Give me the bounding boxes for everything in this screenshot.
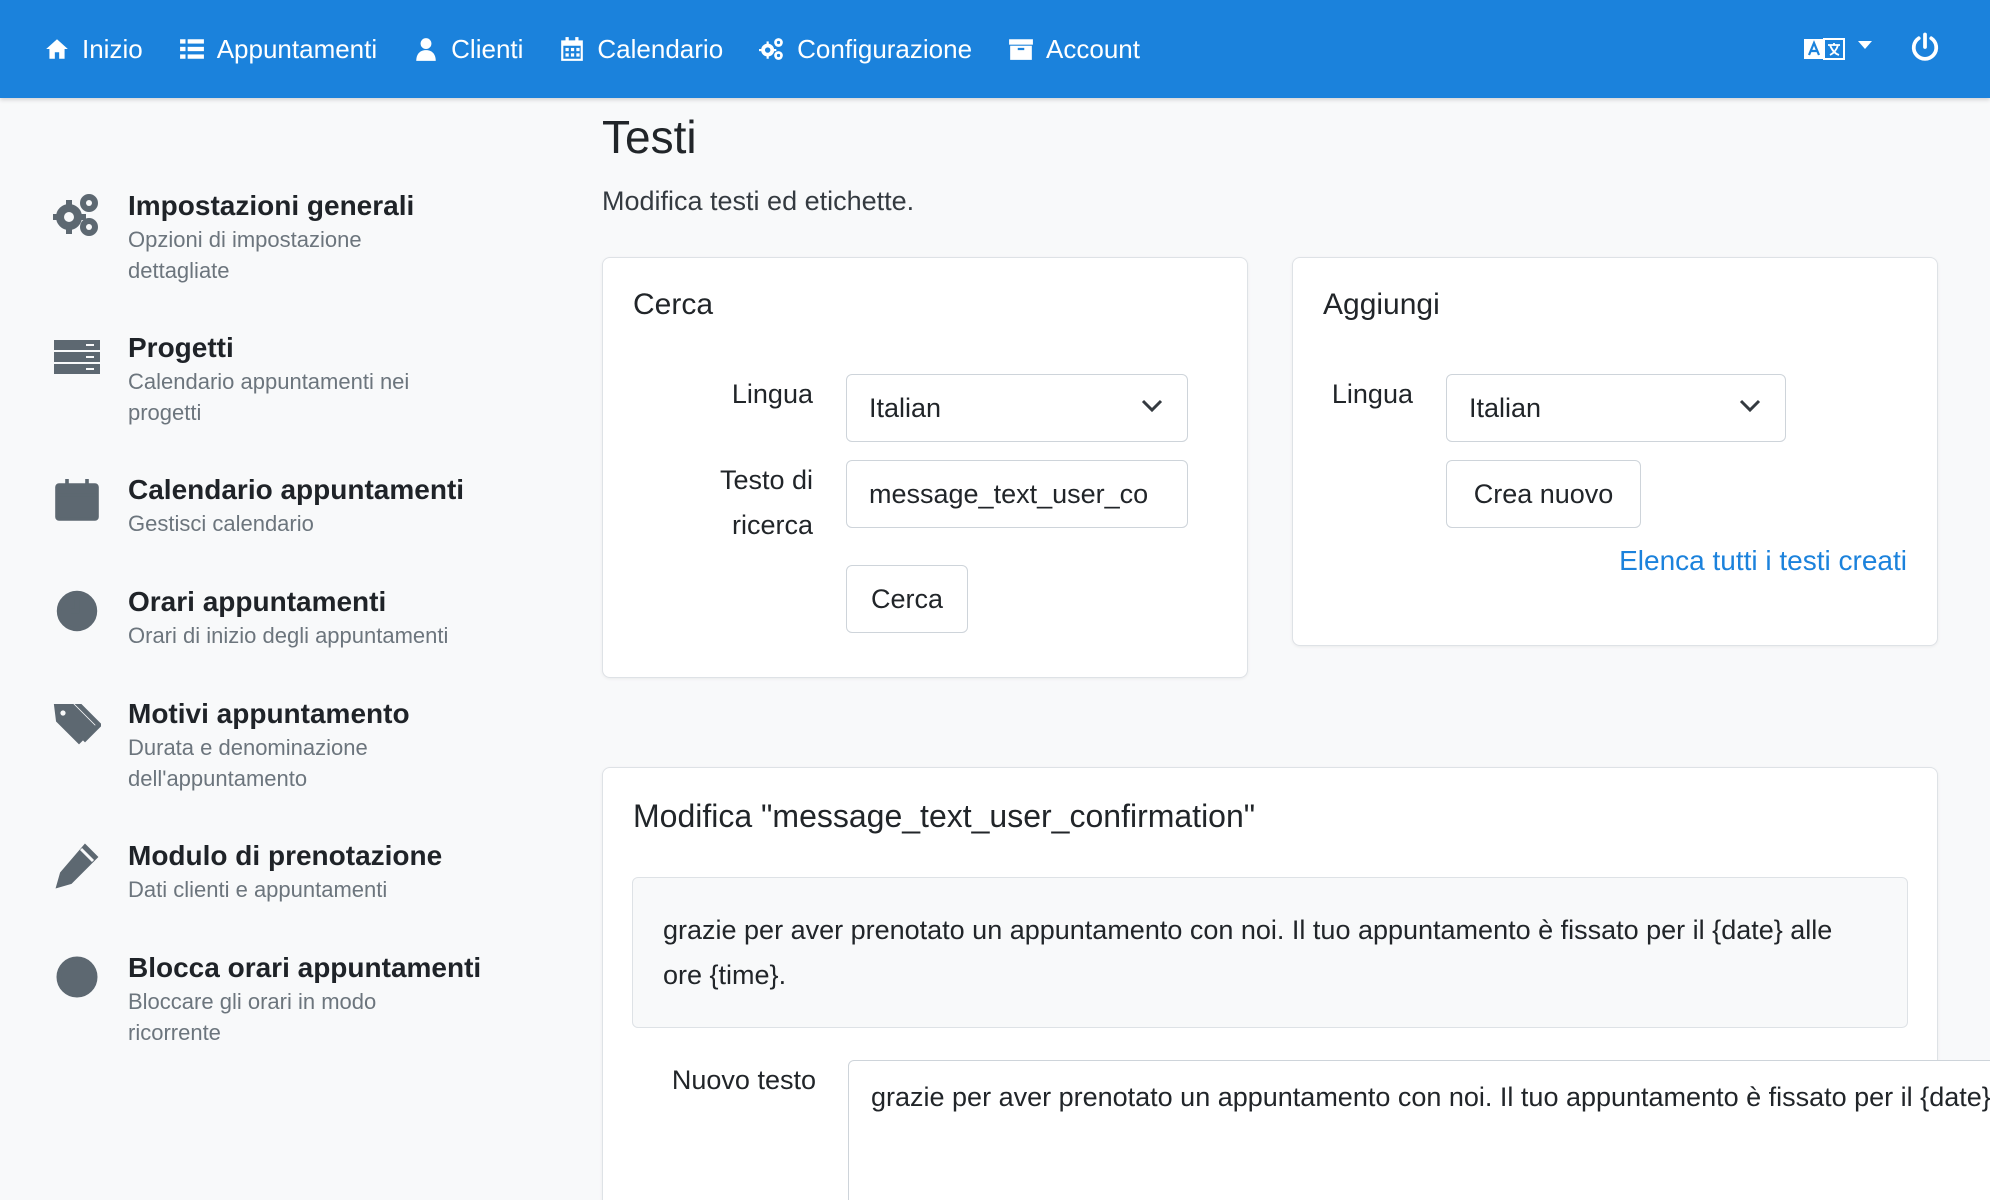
power-icon (1911, 32, 1939, 61)
sidebar-item-block-times[interactable]: Blocca orari appuntamenti Bloccare gli o… (50, 950, 540, 1048)
ban-icon (56, 956, 98, 998)
calendar-icon (55, 479, 99, 521)
sidebar-item-subtitle: Orari di inizio degli appuntamenti (128, 623, 449, 648)
sidebar-item-subtitle: Dati clienti e appuntamenti (128, 877, 388, 902)
add-language-value: Italian (1469, 392, 1542, 423)
nav-account[interactable]: Account (1008, 0, 1140, 98)
sidebar-item-general-settings[interactable]: Impostazioni generali Opzioni di imposta… (50, 188, 540, 286)
add-card: Aggiungi Lingua Italian Crea nuovo Elenc… (1292, 257, 1938, 646)
sidebar-item-projects[interactable]: Progetti Calendario appuntamenti nei pro… (50, 330, 540, 428)
nav-calendar[interactable]: Calendario (559, 0, 723, 98)
nav-home[interactable]: Inizio (44, 0, 143, 98)
sidebar-item-title: Impostazioni generali (128, 190, 415, 221)
add-language-select[interactable]: Italian (1446, 374, 1786, 442)
create-new-button[interactable]: Crea nuovo (1446, 460, 1641, 528)
pencil-icon (55, 843, 99, 889)
list-icon (179, 39, 204, 59)
search-text-label: Testo di ricerca (719, 465, 813, 540)
nav-configuration-label: Configurazione (797, 33, 973, 64)
original-text-box: grazie per aver prenotato un appuntament… (632, 877, 1908, 1028)
user-icon (416, 38, 436, 61)
nav-configuration[interactable]: Configurazione (759, 0, 972, 98)
archive-icon (1009, 39, 1033, 60)
clock-icon (56, 590, 98, 632)
sidebar-item-subtitle: Gestisci calendario (128, 511, 314, 536)
server-icon (54, 340, 100, 374)
sidebar-item-title: Calendario appuntamenti (128, 474, 465, 505)
add-language-label: Lingua (1331, 379, 1413, 409)
calendar-icon (561, 37, 584, 61)
sidebar-item-appointment-calendar[interactable]: Calendario appuntamenti Gestisci calenda… (50, 472, 540, 539)
sidebar-item-booking-form[interactable]: Modulo di prenotazione Dati clienti e ap… (50, 838, 540, 905)
sidebar-item-title: Orari appuntamenti (128, 586, 387, 617)
language-icon (1804, 38, 1845, 60)
nav-clients-label: Clienti (451, 33, 524, 64)
home-icon (46, 39, 68, 59)
new-text-textarea[interactable]: grazie per aver prenotato un appuntament… (848, 1060, 1990, 1200)
page-subtitle: Modifica testi ed etichette. (602, 186, 915, 216)
edit-card-title: Modifica "message_text_user_confirmation… (633, 798, 1256, 834)
add-card-title: Aggiungi (1323, 288, 1440, 321)
sidebar-item-title: Progetti (128, 332, 234, 363)
sidebar-item-subtitle: Calendario appuntamenti nei progetti (128, 369, 410, 425)
chevron-down-icon (1141, 399, 1163, 413)
page-title: Testi (602, 111, 697, 163)
nav-home-label: Inizio (82, 33, 143, 64)
sidebar-item-title: Modulo di prenotazione (128, 840, 443, 871)
search-language-select[interactable]: Italian (846, 374, 1188, 442)
sidebar-item-subtitle: Bloccare gli orari in modo ricorrente (128, 989, 377, 1045)
sidebar-item-subtitle: Opzioni di impostazione dettagliate (128, 227, 362, 283)
list-all-texts-link[interactable]: Elenca tutti i testi creati (1619, 545, 1907, 577)
nav-calendar-label: Calendario (597, 33, 724, 64)
top-navbar: Inizio Appuntamenti Clienti Calendario C… (0, 0, 1990, 98)
gears-icon (759, 38, 783, 60)
nav-account-label: Account (1046, 33, 1140, 64)
nav-appointments[interactable]: Appuntamenti (179, 0, 377, 98)
search-language-value: Italian (869, 392, 942, 423)
sidebar-item-appointment-reasons[interactable]: Motivi appuntamento Durata e denominazio… (50, 696, 540, 794)
logout-button[interactable] (1910, 32, 1940, 67)
sidebar-item-subtitle: Durata e denominazione dell'appuntamento (128, 735, 368, 791)
settings-sidebar: Impostazioni generali Opzioni di imposta… (0, 98, 560, 1200)
search-card-title: Cerca (633, 288, 714, 321)
chevron-down-icon (1858, 41, 1872, 49)
gears-icon (53, 194, 98, 236)
nav-clients[interactable]: Clienti (413, 0, 523, 98)
search-button[interactable]: Cerca (846, 565, 968, 633)
tags-icon (53, 704, 101, 745)
sidebar-item-title: Blocca orari appuntamenti (128, 952, 482, 983)
nav-appointments-label: Appuntamenti (216, 33, 378, 64)
search-text-input[interactable] (846, 460, 1188, 528)
sidebar-item-title: Motivi appuntamento (128, 698, 410, 729)
search-language-label: Lingua (731, 379, 813, 409)
chevron-down-icon (1739, 399, 1761, 413)
language-dropdown[interactable] (1804, 35, 1872, 63)
sidebar-item-appointment-times[interactable]: Orari appuntamenti Orari di inizio degli… (50, 584, 540, 651)
new-text-label: Nuovo testo (671, 1065, 816, 1095)
search-card: Cerca Lingua Italian Testo di ricerca Ce… (602, 257, 1248, 678)
